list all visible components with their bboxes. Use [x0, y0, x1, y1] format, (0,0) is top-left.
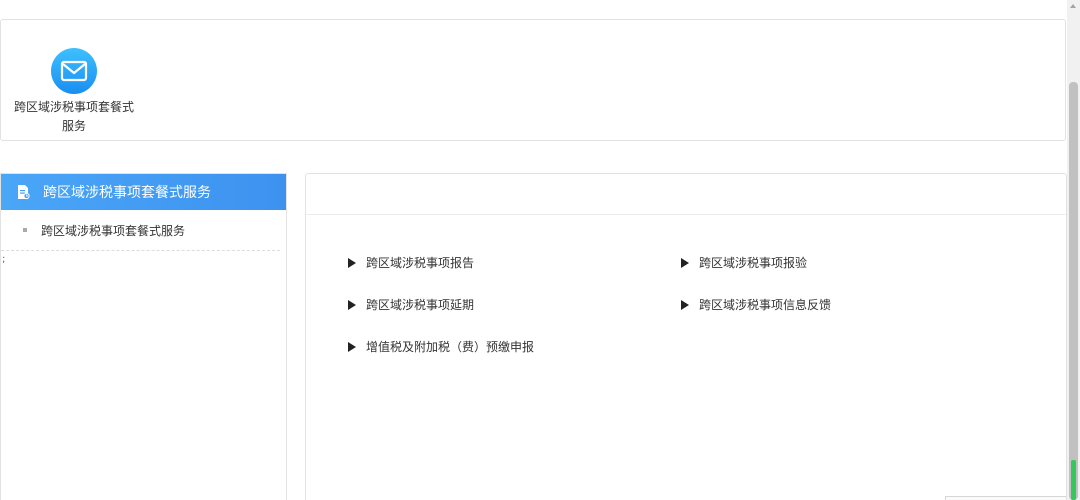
- sidebar-header-label: 跨区域涉税事项套餐式服务: [43, 185, 211, 201]
- link-cross-region-report[interactable]: 跨区域涉税事项报告: [348, 252, 681, 273]
- triangle-right-icon: [681, 257, 689, 268]
- link-cross-region-inspection[interactable]: 跨区域涉税事项报验: [681, 252, 1014, 273]
- link-label: 增值税及附加税（费）预缴申报: [366, 340, 535, 354]
- sidebar: 跨区域涉税事项套餐式服务 跨区域涉税事项套餐式服务 ;: [0, 173, 287, 500]
- link-cross-region-feedback[interactable]: 跨区域涉税事项信息反馈: [681, 294, 1014, 315]
- vertical-scrollbar[interactable]: [1067, 0, 1080, 500]
- sidebar-item-label: 跨区域涉税事项套餐式服务: [41, 223, 186, 238]
- bullet-icon: [23, 228, 27, 232]
- scroll-up-icon[interactable]: [1070, 4, 1076, 8]
- triangle-right-icon: [681, 299, 689, 310]
- link-cross-region-extension[interactable]: 跨区域涉税事项延期: [348, 294, 681, 315]
- mail-icon: [51, 48, 97, 94]
- triangle-right-icon: [348, 341, 356, 352]
- corner-widget: [945, 496, 1066, 500]
- links-grid: 跨区域涉税事项报告 跨区域涉税事项报验 跨区域涉税事项延期 跨区域涉税事项信息反…: [348, 252, 1028, 357]
- link-vat-prepayment[interactable]: 增值税及附加税（费）预缴申报: [348, 336, 681, 357]
- link-label: 跨区域涉税事项信息反馈: [699, 298, 832, 312]
- scroll-indicator: [1071, 460, 1076, 500]
- service-tile-cross-region-tax[interactable]: 跨区域涉税事项套餐式服务: [9, 48, 139, 136]
- sidebar-item-cross-region-tax[interactable]: 跨区域涉税事项套餐式服务: [1, 210, 280, 251]
- content-panel: 跨区域涉税事项报告 跨区域涉税事项报验 跨区域涉税事项延期 跨区域涉税事项信息反…: [305, 173, 1067, 500]
- scroll-thumb[interactable]: [1069, 82, 1078, 500]
- service-panel: 跨区域涉税事项套餐式服务: [0, 19, 1066, 141]
- sidebar-header[interactable]: 跨区域涉税事项套餐式服务: [1, 174, 286, 210]
- service-tile-label: 跨区域涉税事项套餐式服务: [13, 100, 134, 133]
- stray-text: ;: [2, 254, 6, 265]
- document-icon: [15, 184, 31, 200]
- page: 跨区域涉税事项套餐式服务 跨区域涉税事项套餐式服务 跨区域涉税事项套餐式服务 ;: [0, 0, 1080, 500]
- link-label: 跨区域涉税事项报告: [366, 256, 475, 270]
- triangle-right-icon: [348, 257, 356, 268]
- triangle-right-icon: [348, 299, 356, 310]
- link-label: 跨区域涉税事项延期: [366, 298, 475, 312]
- content-header: [306, 174, 1066, 215]
- link-label: 跨区域涉税事项报验: [699, 256, 808, 270]
